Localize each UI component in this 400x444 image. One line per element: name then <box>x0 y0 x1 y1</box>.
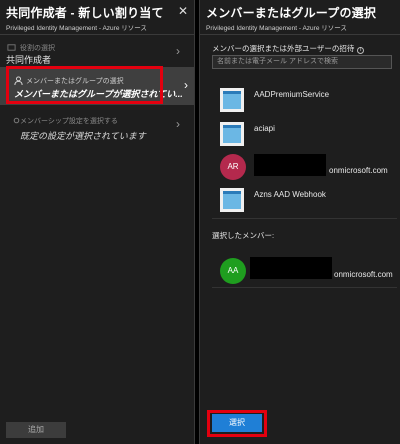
result-item[interactable]: AR onmicrosoft.com <box>212 150 397 184</box>
assignment-panel: 共同作成者 - 新しい割り当て Privileged Identity Mana… <box>0 0 195 444</box>
redacted-name <box>250 257 332 279</box>
result-item[interactable]: AADPremiumService <box>212 82 397 116</box>
app-icon <box>220 122 244 146</box>
step-label: 役割の選択 <box>20 45 55 52</box>
member-select-panel: メンバーまたはグループの選択 Privileged Identity Manag… <box>199 0 400 444</box>
search-label: メンバーの選択または外部ユーザーの招待 i <box>212 43 365 54</box>
divider <box>200 34 400 35</box>
result-email-suffix: onmicrosoft.com <box>329 166 388 175</box>
highlight-box <box>6 66 163 104</box>
app-icon <box>220 188 244 212</box>
step-membership-settings[interactable]: メンバーシップ設定を選択する 既定の設定が選択されています › <box>0 112 194 144</box>
avatar: AR <box>220 154 246 180</box>
panel-title: メンバーまたはグループの選択 <box>206 6 377 20</box>
selected-email-suffix: onmicrosoft.com <box>334 270 393 279</box>
avatar: AA <box>220 258 246 284</box>
chevron-right-icon: › <box>184 78 188 92</box>
search-input[interactable]: 名前または電子メール アドレスで検索 <box>212 55 392 69</box>
selected-member-item[interactable]: AA onmicrosoft.com <box>212 254 397 288</box>
panel-subtitle: Privileged Identity Management - Azure リ… <box>6 25 147 32</box>
divider <box>212 287 397 288</box>
divider <box>0 34 194 35</box>
panel-title: 共同作成者 - 新しい割り当て <box>6 6 164 20</box>
result-name: Azns AAD Webhook <box>254 190 326 199</box>
result-name: AADPremiumService <box>254 90 330 99</box>
info-icon[interactable]: i <box>357 47 365 54</box>
result-item[interactable]: aciapi <box>212 116 397 150</box>
step-label: メンバーシップ設定を選択する <box>20 118 118 125</box>
role-icon <box>7 44 16 51</box>
close-icon[interactable]: ✕ <box>178 4 188 18</box>
step-value: 既定の設定が選択されています <box>20 131 146 141</box>
step-value: 共同作成者 <box>6 55 52 65</box>
panel-subtitle: Privileged Identity Management - Azure リ… <box>206 25 347 32</box>
selected-members-label: 選択したメンバー: <box>212 231 275 240</box>
add-button[interactable]: 追加 <box>6 422 66 438</box>
chevron-right-icon: › <box>176 44 180 58</box>
result-name: aciapi <box>254 124 275 133</box>
search-label-text: メンバーの選択または外部ユーザーの招待 <box>212 44 355 53</box>
result-item[interactable]: Azns AAD Webhook <box>212 182 397 216</box>
app-icon <box>220 88 244 112</box>
step-select-role[interactable]: 役割の選択 共同作成者 › <box>0 38 194 66</box>
chevron-right-icon: › <box>176 117 180 131</box>
redacted-name <box>254 154 326 176</box>
divider <box>212 218 397 219</box>
highlight-box <box>207 410 267 437</box>
